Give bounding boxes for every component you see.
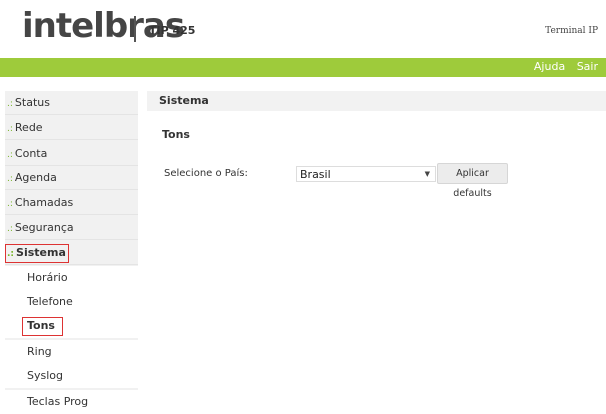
sidebar-item-label: Agenda — [14, 171, 57, 184]
submenu-item-label: Horário — [27, 271, 68, 284]
terminal-label: Terminal IP — [545, 26, 598, 36]
sidebar-item-rede[interactable]: .: Rede — [5, 116, 138, 140]
sidebar-item-conta[interactable]: .: Conta — [5, 142, 138, 166]
apply-defaults-button[interactable]: Aplicar defaults — [437, 163, 508, 199]
submenu-item-syslog[interactable]: Syslog — [5, 364, 138, 388]
content-header: Sistema — [147, 91, 606, 111]
bullet-icon: .: — [7, 99, 13, 109]
bullet-icon: .: — [7, 150, 13, 160]
sidebar-item-label: Rede — [14, 121, 43, 134]
sidebar-item-label: Segurança — [14, 221, 74, 234]
highlight-box-sistema — [5, 244, 69, 263]
header: intelbras TIP 425 Terminal IP — [0, 0, 606, 58]
bullet-icon: .: — [7, 174, 13, 184]
sidebar-item-label: Conta — [14, 147, 48, 160]
sidebar-item-label: Status — [14, 96, 50, 109]
sidebar-item-agenda[interactable]: .: Agenda — [5, 166, 138, 190]
submenu-item-ring[interactable]: Ring — [5, 340, 138, 364]
submenu-item-telefone[interactable]: Telefone — [5, 290, 138, 314]
bullet-icon: .: — [7, 224, 13, 234]
sidebar-item-chamadas[interactable]: .: Chamadas — [5, 191, 138, 215]
content-heading: Sistema — [159, 94, 209, 107]
help-link[interactable]: Ajuda — [534, 60, 565, 73]
submenu-item-label: Syslog — [27, 369, 63, 382]
sidebar-item-seguranca[interactable]: .: Segurança — [5, 216, 138, 240]
bullet-icon: .: — [7, 199, 13, 209]
sidebar-item-label: Chamadas — [14, 196, 74, 209]
country-label: Selecione o País: — [164, 168, 248, 179]
country-select[interactable]: Brasil ▼ — [296, 166, 436, 182]
submenu-item-label: Teclas Prog — [27, 395, 89, 408]
device-model: TIP 425 — [149, 24, 196, 37]
country-select-value: Brasil — [300, 168, 331, 181]
submenu-item-label: Telefone — [27, 295, 73, 308]
sidebar-item-status[interactable]: .: Status — [5, 91, 138, 115]
dropdown-arrow-icon: ▼ — [424, 170, 430, 178]
submenu-item-horario[interactable]: Horário — [5, 266, 138, 290]
top-nav-bar: Ajuda Sair — [0, 58, 606, 77]
bullet-icon: .: — [7, 124, 13, 134]
highlight-box-tons — [22, 317, 63, 336]
logo-divider — [134, 16, 136, 42]
submenu-item-label: Ring — [27, 345, 52, 358]
logout-link[interactable]: Sair — [577, 60, 598, 73]
section-title: Tons — [162, 128, 190, 141]
submenu-item-teclas-prog[interactable]: Teclas Prog — [5, 390, 138, 414]
